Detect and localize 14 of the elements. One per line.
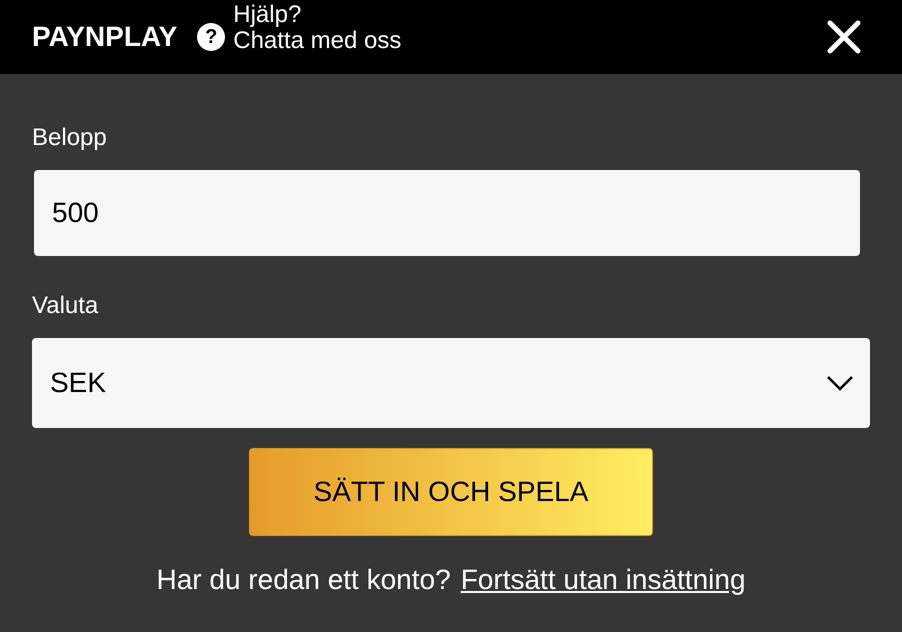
continue-link[interactable]: Fortsätt utan insättning <box>460 564 746 596</box>
help-text[interactable]: Hjälp? <box>233 2 402 28</box>
brand-logo: PAYNPLAY <box>32 21 178 53</box>
amount-field[interactable]: 500 <box>34 170 860 256</box>
field-label: Belopp <box>32 124 108 152</box>
close-icon <box>826 19 862 55</box>
deposit-button[interactable]: SÄTT IN OCH SPELA <box>249 448 653 536</box>
close-button[interactable] <box>826 19 862 55</box>
currency-dropdown[interactable]: SEK <box>32 338 870 428</box>
account-question: Har du redan ett konto? <box>156 564 451 596</box>
field-label: Valuta <box>32 292 100 320</box>
help-icon[interactable]: ? <box>197 23 226 51</box>
help-text[interactable]: Chatta med oss <box>233 28 402 54</box>
chevron-down-icon <box>826 375 854 391</box>
